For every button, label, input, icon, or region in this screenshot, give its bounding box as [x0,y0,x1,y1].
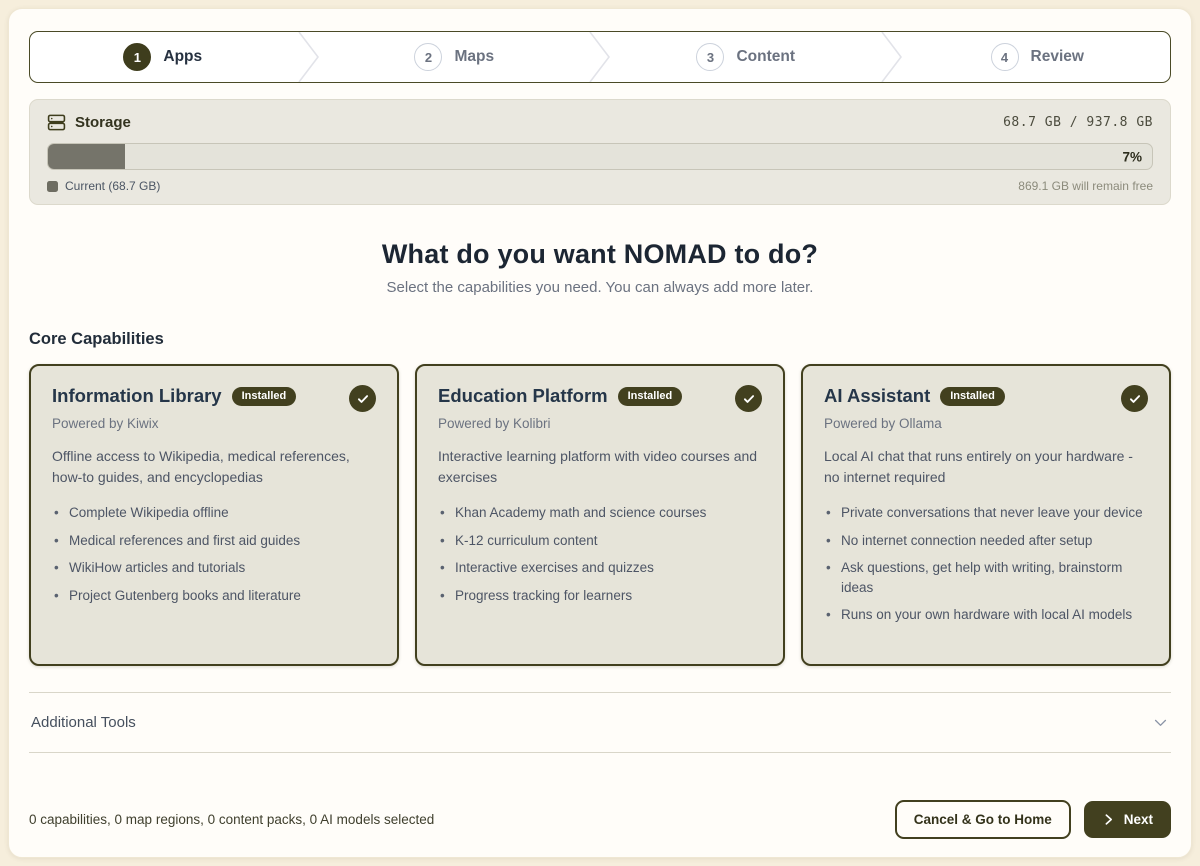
step-number-badge: 2 [414,43,442,71]
step-label: Apps [163,48,202,66]
powered-by-label: Powered by Kiwix [52,416,376,431]
installed-badge: Installed [232,387,297,406]
step-maps[interactable]: 2 Maps [322,32,588,82]
card-feature-list: Khan Academy math and science courses K-… [438,503,762,605]
next-button[interactable]: Next [1084,801,1171,838]
legend-label: Current (68.7 GB) [65,179,160,193]
card-description: Local AI chat that runs entirely on your… [824,446,1148,488]
powered-by-label: Powered by Kolibri [438,416,762,431]
step-label: Review [1031,48,1084,66]
storage-title: Storage [75,114,131,131]
core-capabilities-heading: Core Capabilities [29,330,1171,349]
chevron-separator-icon [587,32,613,82]
legend-swatch [47,181,58,192]
database-icon [47,113,66,132]
wizard-footer: 0 capabilities, 0 map regions, 0 content… [29,786,1171,839]
page-title: What do you want NOMAD to do? [29,239,1171,270]
card-title: Education Platform [438,385,608,407]
check-circle-icon [735,385,762,412]
card-description: Interactive learning platform with video… [438,446,762,488]
chevron-separator-icon [296,32,322,82]
list-item: Interactive exercises and quizzes [438,558,762,578]
page-subtitle: Select the capabilities you need. You ca… [29,279,1171,296]
list-item: Runs on your own hardware with local AI … [824,605,1148,625]
step-number-badge: 3 [696,43,724,71]
list-item: Khan Academy math and science courses [438,503,762,523]
storage-percent-label: 7% [1122,149,1142,164]
cancel-go-home-button[interactable]: Cancel & Go to Home [895,800,1071,839]
list-item: WikiHow articles and tutorials [52,558,376,578]
step-apps[interactable]: 1 Apps [30,32,296,82]
storage-usage-value: 68.7 GB / 937.8 GB [1003,115,1153,130]
installed-badge: Installed [940,387,1005,406]
step-number-badge: 4 [991,43,1019,71]
list-item: Medical references and first aid guides [52,531,376,551]
step-number-badge: 1 [123,43,151,71]
list-item: Project Gutenberg books and literature [52,586,376,606]
step-label: Content [736,48,795,66]
setup-wizard-panel: 1 Apps 2 Maps 3 Content 4 Review [8,8,1192,858]
chevron-separator-icon [879,32,905,82]
list-item: Private conversations that never leave y… [824,503,1148,523]
additional-tools-toggle[interactable]: Additional Tools [29,693,1171,753]
capability-card-education-platform[interactable]: Education Platform Installed Powered by … [415,364,785,666]
additional-tools-label: Additional Tools [31,714,136,731]
capability-cards-grid: Information Library Installed Powered by… [29,364,1171,666]
step-content[interactable]: 3 Content [613,32,879,82]
selection-summary: 0 capabilities, 0 map regions, 0 content… [29,812,434,827]
powered-by-label: Powered by Ollama [824,416,1148,431]
step-label: Maps [454,48,494,66]
installed-badge: Installed [618,387,683,406]
check-circle-icon [349,385,376,412]
next-button-label: Next [1124,812,1153,827]
chevron-down-icon [1152,714,1169,731]
list-item: K-12 curriculum content [438,531,762,551]
storage-card: Storage 68.7 GB / 937.8 GB 7% Current (6… [29,99,1171,205]
step-review[interactable]: 4 Review [905,32,1171,82]
storage-bar-fill [48,144,125,169]
capability-card-information-library[interactable]: Information Library Installed Powered by… [29,364,399,666]
card-feature-list: Complete Wikipedia offline Medical refer… [52,503,376,605]
list-item: Progress tracking for learners [438,586,762,606]
card-feature-list: Private conversations that never leave y… [824,503,1148,625]
capability-card-ai-assistant[interactable]: AI Assistant Installed Powered by Ollama… [801,364,1171,666]
storage-remaining-label: 869.1 GB will remain free [1018,179,1153,193]
card-title: Information Library [52,385,222,407]
wizard-stepper: 1 Apps 2 Maps 3 Content 4 Review [29,31,1171,83]
check-circle-icon [1121,385,1148,412]
list-item: No internet connection needed after setu… [824,531,1148,551]
list-item: Ask questions, get help with writing, br… [824,558,1148,597]
card-title: AI Assistant [824,385,930,407]
storage-progress-bar: 7% [47,143,1153,170]
list-item: Complete Wikipedia offline [52,503,376,523]
card-description: Offline access to Wikipedia, medical ref… [52,446,376,488]
storage-legend-current: Current (68.7 GB) [47,179,160,193]
chevron-right-icon [1102,813,1115,826]
